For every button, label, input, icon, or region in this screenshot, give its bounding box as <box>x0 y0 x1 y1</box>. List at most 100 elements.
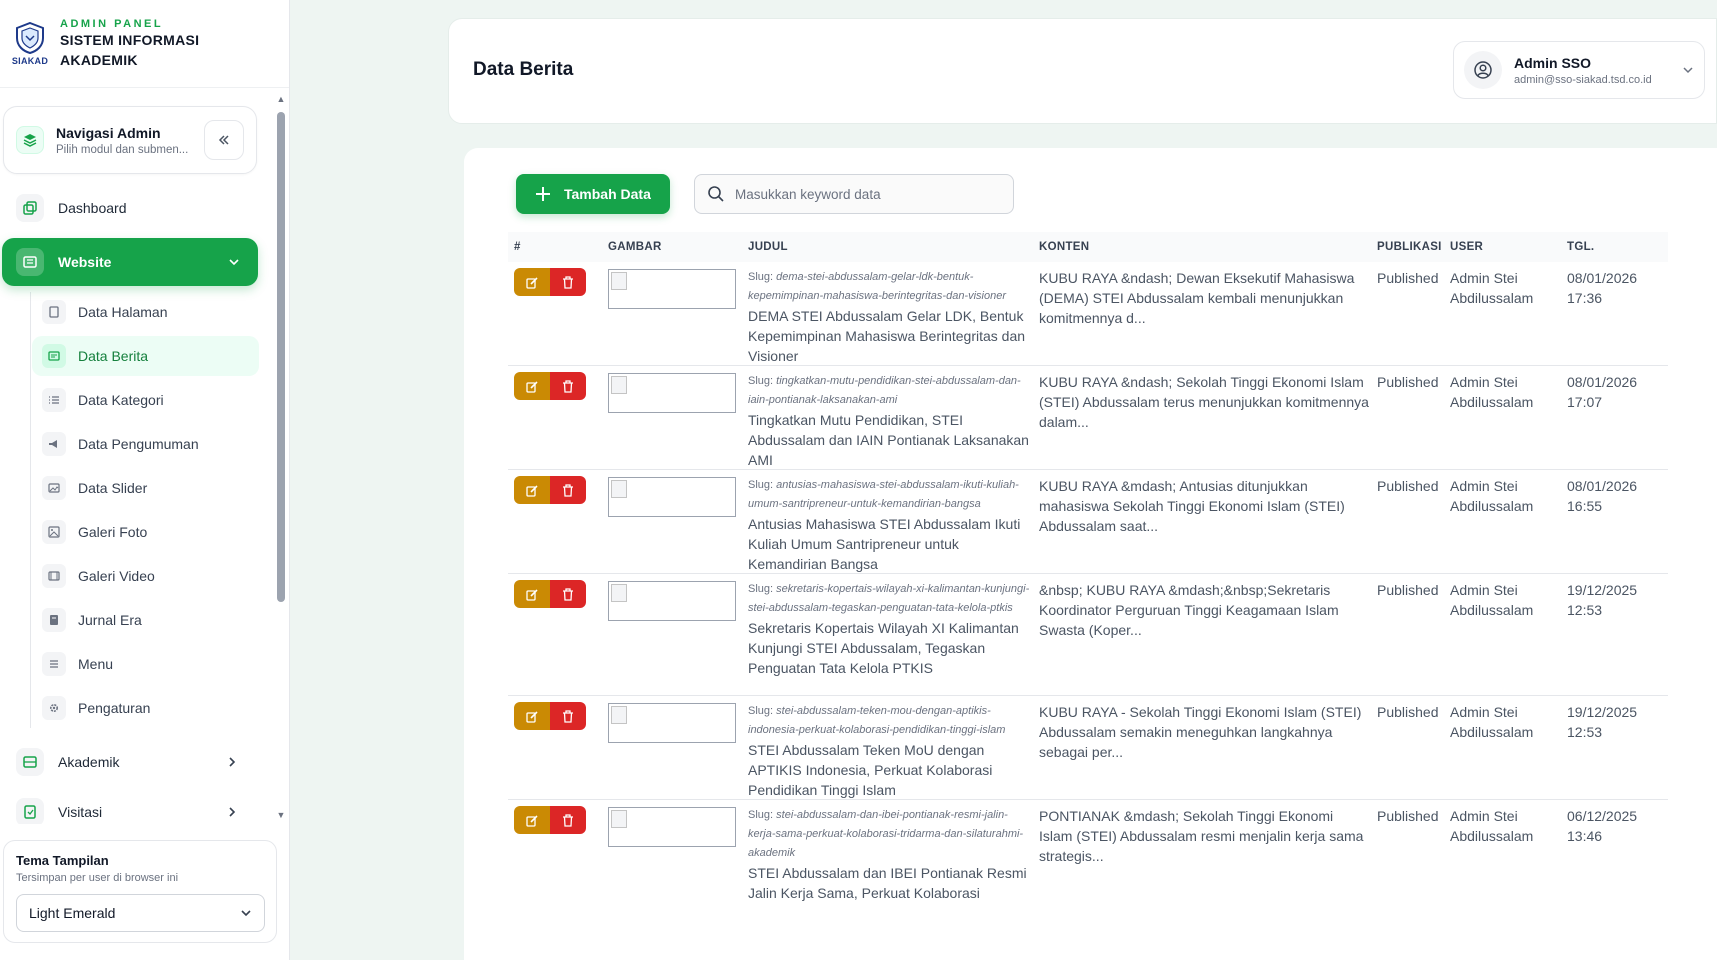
user-menu[interactable]: Admin SSO admin@sso-siakad.tsd.co.id <box>1453 41 1705 99</box>
news-user: Admin Stei Abdilussalam <box>1450 704 1534 740</box>
col-header-konten[interactable]: KONTEN <box>1039 241 1377 253</box>
submenu-data-slider[interactable]: Data Slider <box>32 468 259 508</box>
video-icon <box>42 564 66 588</box>
nav-card: Navigasi Admin Pilih modul dan submen... <box>3 106 257 174</box>
edit-icon <box>525 814 538 827</box>
submenu-pengaturan[interactable]: Pengaturan <box>32 688 259 728</box>
news-slug: Slug: stei-abdussalam-dan-ibei-pontianak… <box>748 809 1024 859</box>
col-header-publikasi[interactable]: PUBLIKASI <box>1377 241 1450 253</box>
theme-select[interactable]: Light Emerald <box>16 894 265 932</box>
table-row: Slug: antusias-mahasiswa-stei-abdussalam… <box>508 470 1668 574</box>
edit-button[interactable] <box>514 580 550 608</box>
submenu-galeri-video[interactable]: Galeri Video <box>32 556 259 596</box>
website-submenu: Data Halaman Data Berita Data Kategori D… <box>30 292 274 728</box>
news-date: 19/12/2025 12:53 <box>1567 582 1638 618</box>
news-slug: Slug: tingkatkan-mutu-pendidikan-stei-ab… <box>748 375 1021 406</box>
chevron-right-icon <box>229 757 236 767</box>
news-title: Sekretaris Kopertais Wilayah XI Kalimant… <box>748 620 1019 676</box>
collapse-sidebar-button[interactable] <box>204 120 244 160</box>
submenu-data-pengumuman[interactable]: Data Pengumuman <box>32 424 259 464</box>
submenu-jurnal-era[interactable]: Jurnal Era <box>32 600 259 640</box>
delete-button[interactable] <box>550 806 586 834</box>
theme-subtitle: Tersimpan per user di browser ini <box>16 872 179 884</box>
submenu-label: Data Pengumuman <box>78 436 199 452</box>
news-user: Admin Stei Abdilussalam <box>1450 582 1534 618</box>
menu-item-visitasi[interactable]: Visitasi <box>16 790 256 824</box>
dashboard-icon <box>16 194 44 222</box>
news-user: Admin Stei Abdilussalam <box>1450 808 1534 844</box>
col-header-tgl[interactable]: TGL. <box>1567 241 1667 253</box>
trash-icon <box>563 275 573 289</box>
brand-header: SIAKAD ADMIN PANEL SISTEM INFORMASI AKAD… <box>0 0 289 88</box>
news-content: KUBU RAYA - Sekolah Tinggi Ekonomi Islam… <box>1039 704 1362 760</box>
nav-card-title: Navigasi Admin <box>56 124 161 141</box>
news-content: KUBU RAYA &ndash; Dewan Eksekutif Mahasi… <box>1039 270 1355 326</box>
news-date: 08/01/2026 16:55 <box>1567 478 1638 514</box>
menu-item-akademik[interactable]: Akademik <box>16 740 256 784</box>
col-header-user[interactable]: USER <box>1450 241 1567 253</box>
page-title: Data Berita <box>473 59 574 80</box>
news-thumbnail <box>608 477 736 517</box>
menu-item-dashboard[interactable]: Dashboard <box>16 186 256 230</box>
table-row: Slug: sekretaris-kopertais-wilayah-xi-ka… <box>508 574 1668 696</box>
brand-kicker: ADMIN PANEL <box>60 17 164 30</box>
user-name: Admin SSO <box>1514 54 1592 71</box>
trash-icon <box>563 483 573 497</box>
edit-button[interactable] <box>514 268 550 296</box>
delete-button[interactable] <box>550 372 586 400</box>
submenu-data-berita[interactable]: Data Berita <box>32 336 259 376</box>
add-data-button[interactable]: Tambah Data <box>516 174 670 214</box>
menu-item-website[interactable]: Website <box>2 238 258 286</box>
delete-button[interactable] <box>550 268 586 296</box>
siakad-logo[interactable]: SIAKAD <box>10 19 50 69</box>
search-input[interactable] <box>735 186 995 202</box>
scroll-down-arrow-icon[interactable]: ▼ <box>276 810 286 820</box>
menu-item-website-label: Website <box>58 254 112 270</box>
news-slug: Slug: dema-stei-abdussalam-gelar-ldk-ben… <box>748 271 1007 302</box>
news-date: 08/01/2026 17:36 <box>1567 270 1638 306</box>
edit-icon <box>525 588 538 601</box>
list-icon <box>42 388 66 412</box>
news-table: # GAMBAR JUDUL KONTEN PUBLIKASI USER TGL… <box>508 232 1668 910</box>
visitasi-icon <box>16 798 44 824</box>
menu-item-dashboard-label: Dashboard <box>58 200 127 216</box>
chevron-down-icon <box>1683 67 1693 74</box>
slider-icon <box>42 476 66 500</box>
delete-button[interactable] <box>550 580 586 608</box>
edit-button[interactable] <box>514 476 550 504</box>
layers-icon <box>16 126 44 154</box>
news-thumbnail <box>608 807 736 847</box>
news-icon <box>42 344 66 368</box>
news-status: Published <box>1377 582 1439 598</box>
submenu-data-kategori[interactable]: Data Kategori <box>32 380 259 420</box>
theme-panel: Tema Tampilan Tersimpan per user di brow… <box>3 840 277 943</box>
col-header-judul[interactable]: JUDUL <box>748 241 1039 253</box>
news-slug: Slug: stei-abdussalam-teken-mou-dengan-a… <box>748 705 1006 736</box>
news-title: DEMA STEI Abdussalam Gelar LDK, Bentuk K… <box>748 308 1026 364</box>
megaphone-icon <box>42 432 66 456</box>
scroll-thumb[interactable] <box>277 112 285 602</box>
delete-button[interactable] <box>550 476 586 504</box>
gear-icon <box>42 696 66 720</box>
submenu-galeri-foto[interactable]: Galeri Foto <box>32 512 259 552</box>
sidebar-scrollbar[interactable]: ▲ ▼ <box>274 92 288 824</box>
news-title: Antusias Mahasiswa STEI Abdussalam Ikuti… <box>748 516 1021 572</box>
delete-button[interactable] <box>550 702 586 730</box>
edit-button[interactable] <box>514 372 550 400</box>
news-slug: Slug: antusias-mahasiswa-stei-abdussalam… <box>748 479 1019 510</box>
submenu-label: Galeri Video <box>78 568 155 584</box>
menu-item-akademik-label: Akademik <box>58 754 120 770</box>
table-header: # GAMBAR JUDUL KONTEN PUBLIKASI USER TGL… <box>508 232 1668 262</box>
scroll-up-arrow-icon[interactable]: ▲ <box>276 94 286 104</box>
news-date: 19/12/2025 12:53 <box>1567 704 1638 740</box>
submenu-data-halaman[interactable]: Data Halaman <box>32 292 259 332</box>
nav-card-subtitle: Pilih modul dan submen... <box>56 143 189 156</box>
trash-icon <box>563 587 573 601</box>
sidebar: SIAKAD ADMIN PANEL SISTEM INFORMASI AKAD… <box>0 0 290 960</box>
edit-button[interactable] <box>514 806 550 834</box>
submenu-label: Data Halaman <box>78 304 168 320</box>
submenu-menu[interactable]: Menu <box>32 644 259 684</box>
news-title: STEI Abdussalam Teken MoU dengan APTIKIS… <box>748 742 993 798</box>
edit-button[interactable] <box>514 702 550 730</box>
col-header-gambar[interactable]: GAMBAR <box>608 241 748 253</box>
